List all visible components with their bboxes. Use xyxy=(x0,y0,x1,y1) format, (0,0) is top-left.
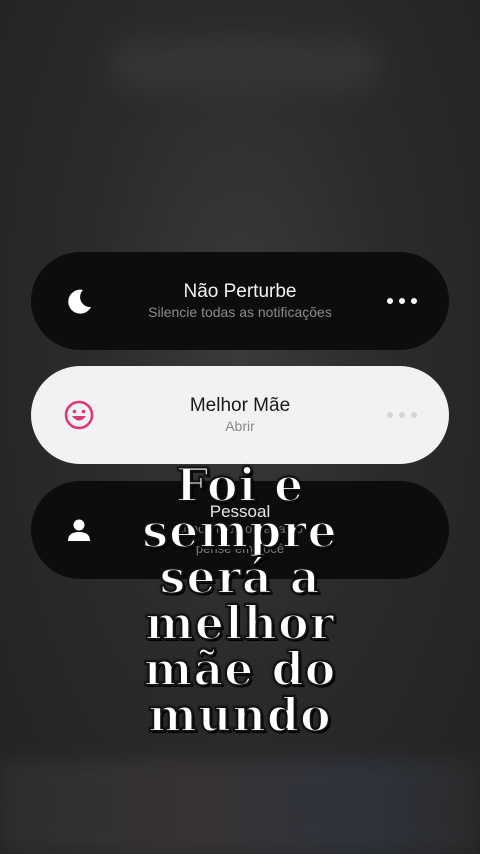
caption-line: sempre xyxy=(141,504,338,558)
dot-icon xyxy=(411,412,417,418)
focus-mode-melhor-mae[interactable]: Melhor Mãe Abrir xyxy=(31,366,449,464)
caption-line: melhor xyxy=(144,596,335,650)
dot-icon xyxy=(411,298,417,304)
blurred-background-bottom xyxy=(0,760,480,854)
dot-icon xyxy=(387,298,393,304)
overlay-caption: Foi e sempre será a melhor mãe do mundo xyxy=(70,458,410,742)
caption-line: Foi e xyxy=(175,458,305,512)
caption-line: mundo xyxy=(147,688,332,742)
caption-line: mãe do xyxy=(143,642,337,696)
caption-line: será a xyxy=(158,550,321,604)
more-options-button[interactable] xyxy=(387,406,417,424)
dot-icon xyxy=(399,298,405,304)
blurred-background-top xyxy=(110,40,380,90)
more-options-button[interactable] xyxy=(387,292,417,310)
dot-icon xyxy=(399,412,405,418)
dot-icon xyxy=(387,412,393,418)
focus-mode-do-not-disturb[interactable]: Não Perturbe Silencie todas as notificaç… xyxy=(31,252,449,350)
